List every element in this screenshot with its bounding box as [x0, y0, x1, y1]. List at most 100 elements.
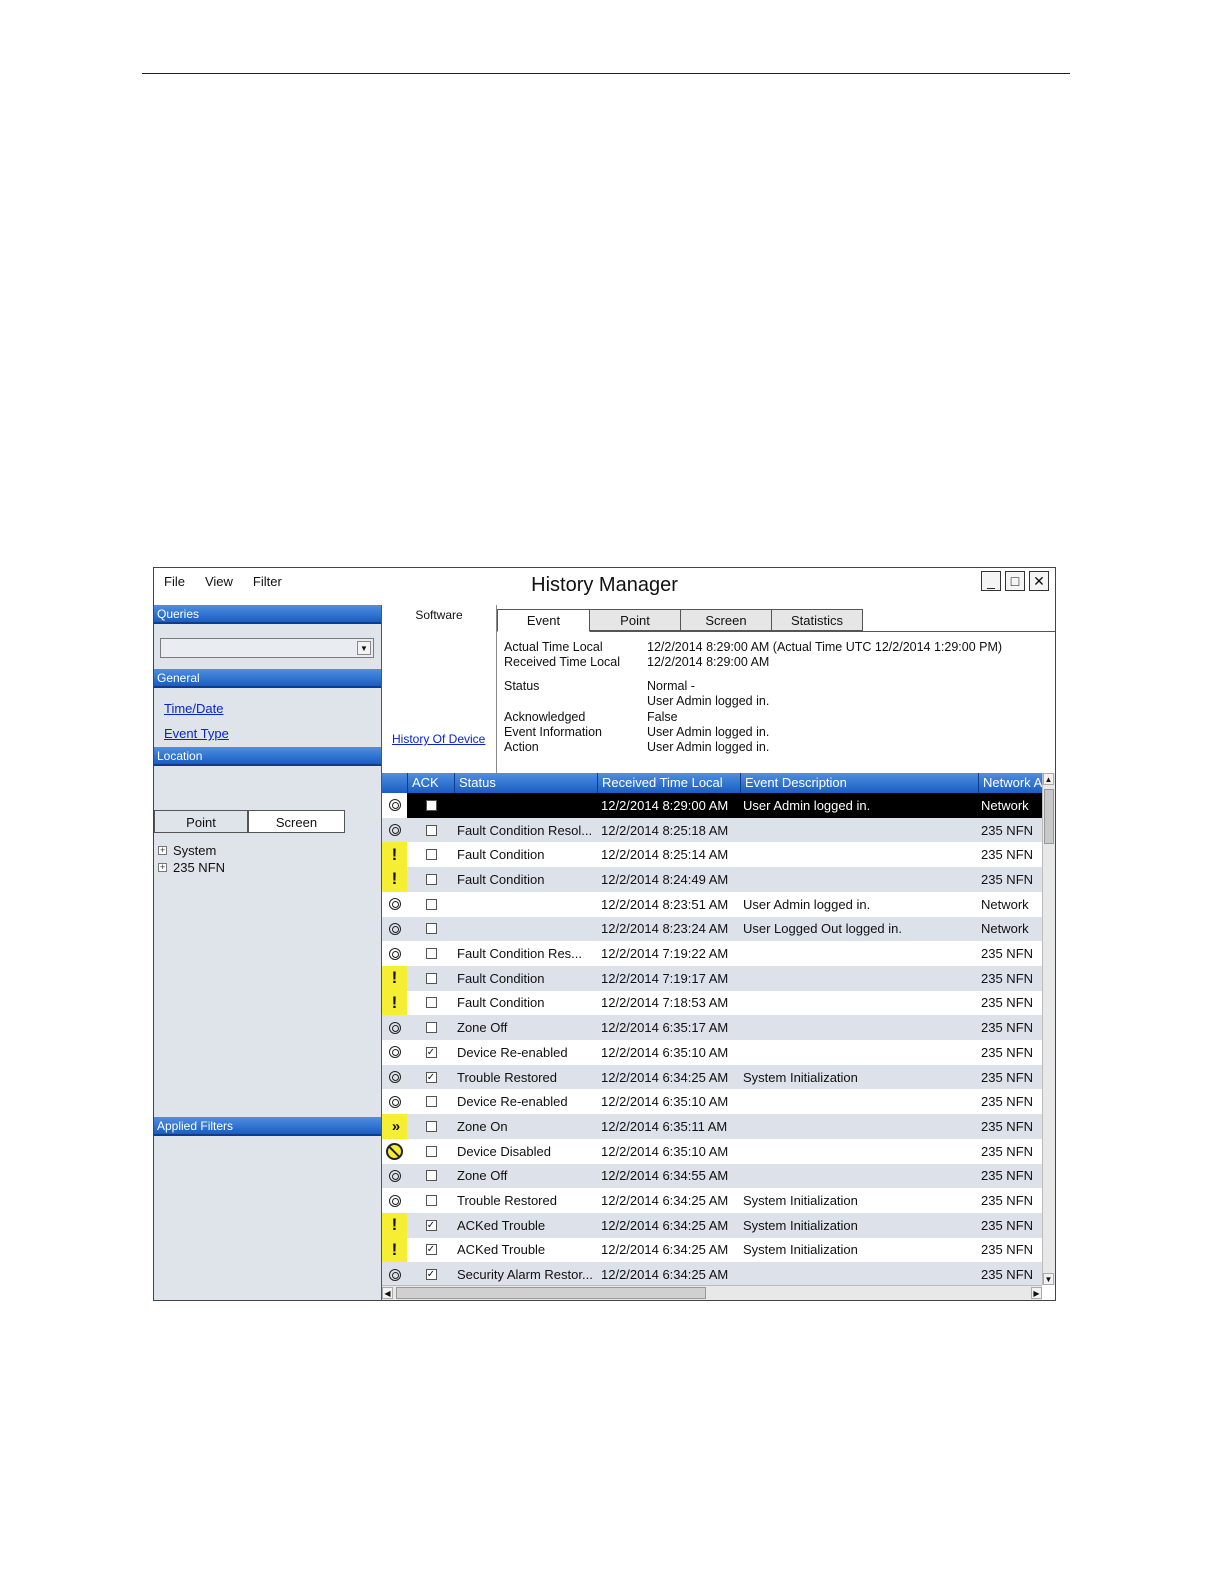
ack-checkbox[interactable] — [425, 1195, 437, 1207]
maximize-button[interactable]: □ — [1005, 571, 1025, 591]
table-row[interactable]: Fault Condition Res... 12/2/2014 7:19:22 … — [382, 941, 1042, 966]
table-row[interactable]: Device Disabled 12/2/2014 6:35:10 AM 235 N… — [382, 1138, 1042, 1164]
location-tabs: Point Screen — [154, 810, 381, 834]
table-row[interactable]: ! ✓ ACKed Trouble 12/2/2014 6:34:25 AM Syste… — [382, 1212, 1042, 1238]
close-button[interactable]: ✕ — [1029, 571, 1049, 591]
row-event-description: System Initialization — [743, 1242, 858, 1258]
ack-checkbox[interactable] — [425, 1096, 437, 1108]
ack-checkbox[interactable]: ✓ — [425, 1046, 437, 1058]
scroll-right-icon[interactable]: ▶ — [1031, 1287, 1042, 1299]
table-row[interactable]: Trouble Restored 12/2/2014 6:34:25 AM Syst… — [382, 1188, 1042, 1213]
scroll-up-icon[interactable]: ▲ — [1043, 773, 1054, 785]
ack-checkbox[interactable]: ✓ — [425, 1269, 437, 1281]
vertical-scrollbar[interactable]: ▲ ▼ — [1042, 773, 1055, 1285]
status-circle-icon — [388, 1071, 401, 1084]
vertical-scroll-thumb[interactable] — [1044, 789, 1054, 844]
row-status — [457, 917, 598, 942]
ack-checkbox[interactable] — [425, 1170, 437, 1182]
row-status-icon-cell — [382, 1139, 407, 1164]
row-event-description — [743, 991, 979, 1016]
menu-view[interactable]: View — [205, 574, 233, 589]
expand-icon[interactable]: + — [158, 863, 167, 872]
horizontal-scroll-thumb[interactable] — [396, 1287, 706, 1299]
row-received-time: 12/2/2014 6:34:25 AM — [601, 1193, 729, 1209]
tree-item-235-nfn[interactable]: + 235 NFN — [158, 859, 225, 876]
row-event-description: User Admin logged in. — [743, 896, 871, 912]
status-circle-icon — [388, 1046, 401, 1059]
row-ack-cell — [407, 842, 455, 867]
col-header-status[interactable]: Status — [454, 773, 597, 793]
table-row[interactable]: ! ✓ ACKed Trouble 12/2/2014 6:34:25 AM Syste… — [382, 1237, 1042, 1263]
row-status-icon-cell — [382, 1164, 407, 1189]
col-header-icon[interactable] — [382, 773, 407, 793]
table-row[interactable]: Zone Off 12/2/2014 6:35:17 AM 235 NFN — [382, 1015, 1042, 1040]
table-row[interactable]: ✓ Device Re-enabled 12/2/2014 6:35:10 AM 23… — [382, 1040, 1042, 1065]
row-event-description — [743, 941, 979, 966]
table-row[interactable]: ✓ Security Alarm Restor... 12/2/2014 6:34:… — [382, 1262, 1042, 1287]
tab-location-screen[interactable]: Screen — [248, 810, 345, 833]
ack-checkbox[interactable] — [425, 849, 437, 861]
row-status: ACKed Trouble — [457, 1217, 546, 1233]
row-status-icon-cell: ! — [382, 1237, 407, 1263]
status-circle-icon — [388, 824, 401, 837]
ack-checkbox[interactable] — [425, 1022, 437, 1034]
row-event-description — [743, 842, 979, 867]
row-status-icon-cell — [382, 1089, 407, 1114]
dropdown-arrow-icon[interactable]: ▼ — [357, 641, 371, 655]
ack-checkbox[interactable] — [425, 873, 437, 885]
ack-checkbox[interactable] — [425, 1120, 437, 1132]
ack-checkbox[interactable]: ✓ — [425, 1219, 437, 1231]
ack-checkbox[interactable] — [425, 824, 437, 836]
table-row[interactable]: ✓ Trouble Restored 12/2/2014 6:34:25 AM Sys… — [382, 1064, 1042, 1090]
field-value: 12/2/2014 8:29:00 AM — [647, 655, 770, 669]
status-circle-icon — [388, 1169, 401, 1182]
expand-icon[interactable]: + — [158, 846, 167, 855]
table-row[interactable]: » Zone On 12/2/2014 6:35:11 AM 235 NFN — [382, 1114, 1042, 1139]
tree-item-label: 235 NFN — [173, 860, 226, 875]
row-event-description — [743, 1015, 979, 1040]
scroll-down-icon[interactable]: ▼ — [1043, 1273, 1054, 1285]
tab-location-point[interactable]: Point — [154, 810, 248, 833]
col-header-received-time[interactable]: Received Time Local — [597, 773, 740, 793]
table-row[interactable]: Device Re-enabled 12/2/2014 6:35:10 AM 235… — [382, 1089, 1042, 1115]
minimize-button[interactable]: _ — [981, 571, 1001, 591]
scroll-left-icon[interactable]: ◀ — [382, 1287, 393, 1299]
field-label: Acknowledged — [504, 710, 586, 724]
col-header-network[interactable]: Network A — [978, 773, 1042, 793]
horizontal-scrollbar[interactable]: ◀ ▶ — [382, 1285, 1042, 1300]
row-received-time: 12/2/2014 7:18:53 AM — [601, 995, 729, 1011]
ack-checkbox[interactable] — [425, 1145, 437, 1157]
table-row[interactable]: 12/2/2014 8:29:00 AM User Admin logged in… — [382, 793, 1042, 818]
table-row[interactable]: ! Fault Condition 12/2/2014 7:18:53 AM 235 … — [382, 990, 1042, 1016]
ack-checkbox[interactable] — [425, 997, 437, 1009]
table-row[interactable]: ! Fault Condition 12/2/2014 8:24:49 AM 235 … — [382, 867, 1042, 892]
ack-checkbox[interactable] — [425, 923, 437, 935]
col-header-event-description[interactable]: Event Description — [740, 773, 978, 793]
event-type-link[interactable]: Event Type — [164, 726, 229, 741]
ack-checkbox[interactable] — [425, 898, 437, 910]
status-circle-icon — [388, 1268, 401, 1281]
table-row[interactable]: ! Fault Condition 12/2/2014 8:25:14 AM 235 … — [382, 842, 1042, 868]
row-network: 235 NFN — [981, 946, 1034, 962]
tree-item-system[interactable]: + System — [158, 842, 225, 859]
ack-checkbox[interactable]: ✓ — [425, 1244, 437, 1256]
table-row[interactable]: ! Fault Condition 12/2/2014 7:19:17 AM 235 … — [382, 965, 1042, 991]
table-row[interactable]: 12/2/2014 8:23:51 AM User Admin logged in… — [382, 891, 1042, 917]
ack-checkbox[interactable]: ✓ — [425, 1071, 437, 1083]
row-ack-cell — [407, 793, 455, 818]
col-header-ack[interactable]: ACK — [407, 773, 454, 793]
row-network: 235 NFN — [981, 1069, 1034, 1085]
ack-checkbox[interactable] — [425, 948, 437, 960]
ack-checkbox[interactable] — [425, 972, 437, 984]
menu-file[interactable]: File — [164, 574, 185, 589]
table-row[interactable]: 12/2/2014 8:23:24 AM User Logged Out logg… — [382, 916, 1042, 942]
time-date-link[interactable]: Time/Date — [164, 701, 223, 716]
field-label: Actual Time Local — [504, 640, 603, 654]
menu-filter[interactable]: Filter — [253, 574, 282, 589]
ack-checkbox[interactable] — [425, 799, 437, 811]
table-row[interactable]: Zone Off 12/2/2014 6:34:55 AM 235 NFN — [382, 1163, 1042, 1189]
row-status: Zone Off — [457, 1020, 508, 1036]
row-status: Device Re-enabled — [457, 1044, 568, 1060]
query-dropdown[interactable]: ▼ — [160, 638, 374, 658]
table-row[interactable]: Fault Condition Resol... 12/2/2014 8:25:1… — [382, 817, 1042, 843]
